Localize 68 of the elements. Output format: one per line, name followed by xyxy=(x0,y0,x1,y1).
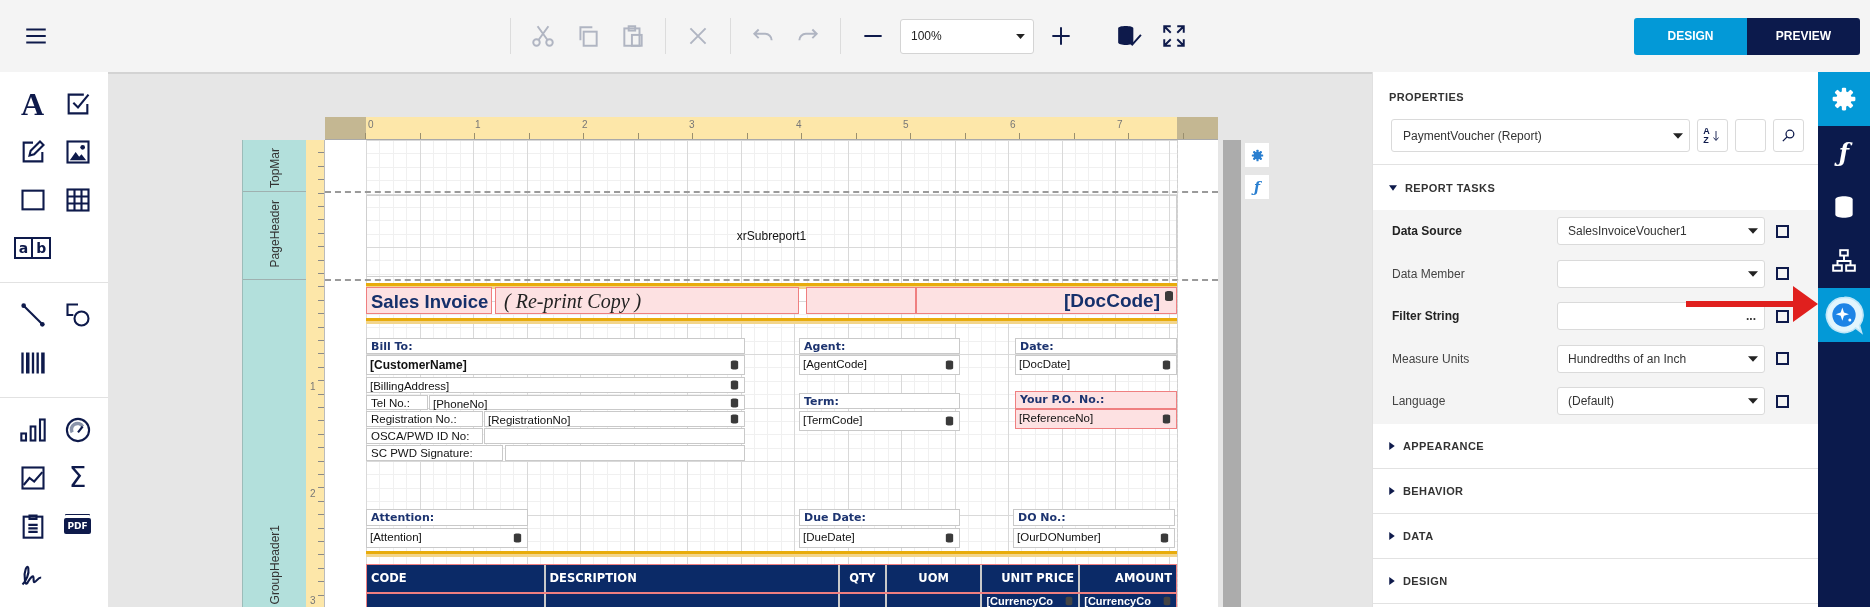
section-header[interactable]: REPORT TASKS xyxy=(1373,165,1818,210)
mode-tab[interactable]: PREVIEW xyxy=(1747,17,1860,55)
data-field[interactable]: [PhoneNo] xyxy=(429,395,745,410)
data-field[interactable]: [DocDate] xyxy=(1015,355,1177,375)
field-label[interactable]: Date: xyxy=(1015,338,1177,354)
column-header[interactable]: CODE xyxy=(367,565,544,592)
field-label[interactable]: Due Date: xyxy=(799,509,960,526)
section-header[interactable]: BEHAVIOR xyxy=(1373,468,1818,514)
ruler-number: 2 xyxy=(582,120,588,130)
data-field[interactable]: [AgentCode] xyxy=(799,355,960,375)
property-label: Language xyxy=(1392,394,1447,409)
subreport-name: xrSubreport1 xyxy=(736,229,807,243)
subreport-control[interactable]: xrSubreport1 xyxy=(366,195,1177,277)
ruler-number: 3 xyxy=(310,595,316,606)
field-label[interactable]: Attention: xyxy=(366,509,528,526)
report-title[interactable]: Sales Invoice xyxy=(366,287,492,314)
dropdown-field[interactable]: Hundredths of an Inch xyxy=(1557,344,1765,373)
sort-button[interactable]: A Z xyxy=(1697,119,1728,152)
data-field[interactable]: [ReferenceNo] xyxy=(1015,409,1177,429)
ruler-number: 5 xyxy=(903,120,909,130)
property-label: Data Member xyxy=(1392,266,1466,281)
field-label[interactable]: DO No.: xyxy=(1013,509,1175,526)
sidebar-tab[interactable]: ƒ xyxy=(1818,126,1870,180)
text-icon[interactable]: A xyxy=(20,88,45,120)
dropdown-field[interactable]: (Default) xyxy=(1557,387,1765,416)
ruler-number: 2 xyxy=(310,488,316,499)
character-comb-icon[interactable]: a b xyxy=(13,237,52,259)
dropdown-field[interactable]: SalesInvoiceVoucher1 xyxy=(1557,217,1765,246)
text-field[interactable]: ... xyxy=(1557,302,1765,331)
field-label[interactable]: Bill To: xyxy=(366,338,745,354)
property-label: Filter String xyxy=(1392,309,1461,324)
data-field[interactable]: [Attention] xyxy=(366,528,528,548)
report-subtitle[interactable]: ( Re-print Copy ) xyxy=(495,287,799,314)
data-field[interactable]: [OurDONumber] xyxy=(1013,528,1175,548)
section-header[interactable]: DESIGN xyxy=(1373,558,1818,604)
field-caption[interactable]: SC PWD Signature: xyxy=(366,445,503,461)
ruler-number: 4 xyxy=(796,120,802,130)
sum-icon[interactable]: Σ xyxy=(68,463,87,493)
data-field[interactable]: [BillingAddress] xyxy=(366,377,745,393)
ruler-number: 3 xyxy=(689,120,695,130)
table-cell[interactable]: [CurrencyCo xyxy=(980,594,1079,607)
field-label[interactable]: Term: xyxy=(799,393,960,409)
field-caption[interactable]: Registration No.: xyxy=(366,411,483,427)
zoom-dropdown[interactable]: 100% xyxy=(900,18,1034,54)
field-label[interactable]: Agent: xyxy=(799,338,960,354)
data-field[interactable]: [RegistrationNo] xyxy=(484,411,745,427)
panel-title: PROPERTIES xyxy=(1388,90,1465,104)
ruler-number: 6 xyxy=(1010,120,1016,130)
section-header[interactable]: APPEARANCE xyxy=(1373,423,1818,469)
data-field[interactable]: [DueDate] xyxy=(799,528,960,548)
property-label: Data Source xyxy=(1392,224,1464,239)
data-field[interactable]: [TermCode] xyxy=(799,411,960,431)
ellipsis-button[interactable]: ... xyxy=(1746,309,1756,324)
property-label: Measure Units xyxy=(1392,351,1471,366)
band-header[interactable]: GroupHeader1 xyxy=(243,280,306,607)
ruler-number: 0 xyxy=(368,120,374,130)
ruler-number: 7 xyxy=(1117,120,1123,130)
component-dropdown[interactable]: PaymentVoucher (Report) xyxy=(1391,119,1690,152)
field-caption[interactable]: OSCA/PWD ID No: xyxy=(366,428,483,444)
field-label[interactable]: Your P.O. No.: xyxy=(1015,391,1177,409)
doc-code-field[interactable]: [DocCode] xyxy=(916,287,1177,314)
ruler-number: 1 xyxy=(310,381,316,392)
section-header[interactable]: DATA xyxy=(1373,513,1818,559)
ruler-number: 1 xyxy=(475,120,481,130)
table-cell[interactable]: [CurrencyCo xyxy=(1078,594,1176,607)
data-field[interactable]: [CustomerName] xyxy=(366,355,745,375)
field-caption[interactable]: Tel No.: xyxy=(366,395,428,410)
table-row[interactable]: [CurrencyCo [CurrencyCo xyxy=(366,593,1177,607)
